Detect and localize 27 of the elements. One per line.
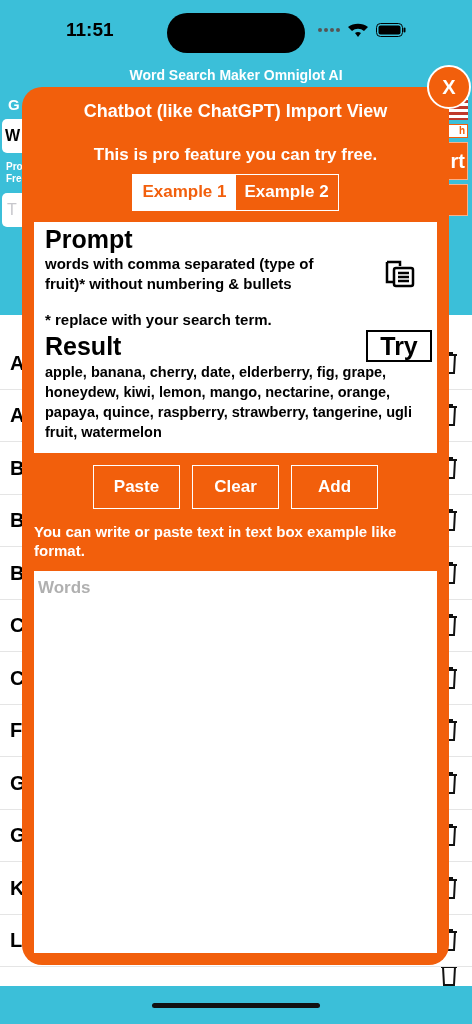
try-button[interactable]: Try [366,329,432,362]
note-text: Fre [6,172,23,185]
prompt-note: * replace with your search term. [45,309,273,330]
copy-icon[interactable] [384,259,416,288]
example-tab[interactable]: Example 1 [133,174,236,210]
row-initial: L [10,928,23,954]
result-heading: Result [45,330,122,361]
prompt-heading: Prompt [45,223,134,254]
hint-text: You can write or paste text in text box example like format. [34,521,398,560]
prompt-text: words with comma separated (type of fruit)* without numbering & bullets [45,253,315,294]
battery-icon [376,23,406,37]
note-text: Pro [6,160,24,173]
app-title: Word Search Maker Omniglot AI [129,65,343,85]
dialog-title: Chatbot (like ChatGPT) Import View [83,100,388,123]
section-label: G [7,95,21,115]
action-button[interactable]: Clear [192,464,279,509]
action-button[interactable]: Add [291,464,378,509]
action-button[interactable]: Paste [93,464,180,509]
dialog-subtitle: This is pro feature you can try free. [93,144,378,166]
trash-icon[interactable] [440,967,458,986]
wifi-icon [348,22,368,38]
row-initial: F [10,718,23,744]
signal-icon [318,26,340,34]
row-initial: K [10,875,25,901]
status-time: 11:51 [66,17,114,42]
result-text: apple, banana, cherry, date, elderberry, fig, grape, honeydew, kiwi, lemon, mango, nectarine, orange, papaya, quince, raspberry, strawberry, tangerine, ugli fruit, watermelon [45,362,413,442]
words-field[interactable]: Words [34,570,437,953]
